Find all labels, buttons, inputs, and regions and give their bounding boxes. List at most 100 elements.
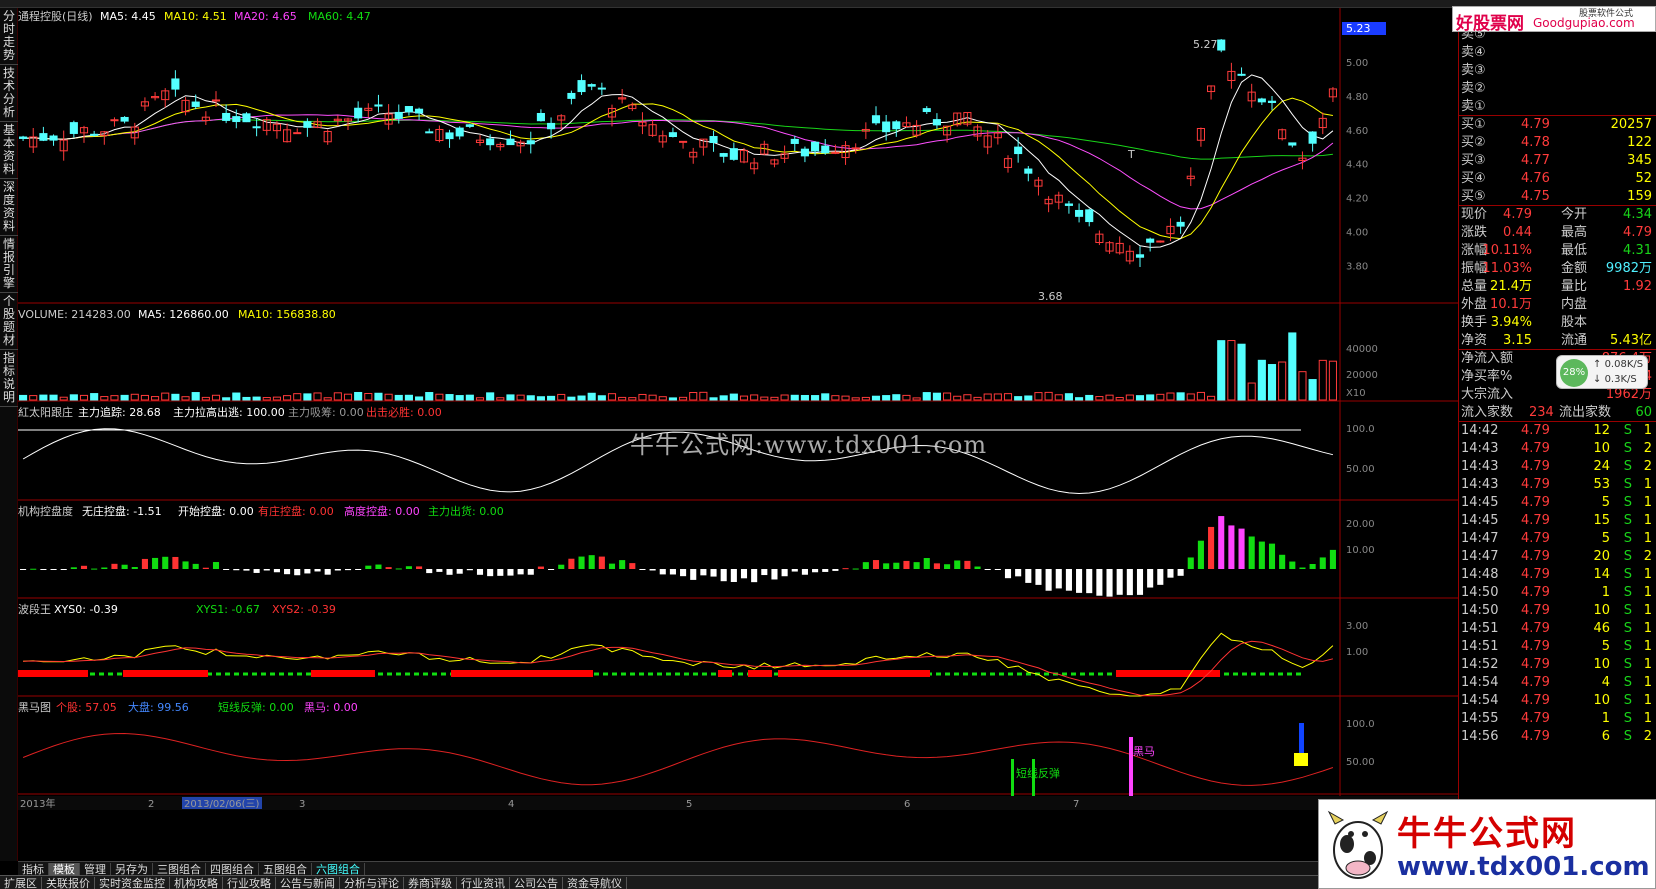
jg-bar: [426, 569, 433, 574]
volume-bar: [770, 396, 779, 401]
tick-side: S: [1623, 567, 1632, 582]
tick-side: S: [1623, 459, 1632, 474]
jg-bar: [710, 569, 717, 577]
jg-bar: [385, 567, 392, 569]
candle-body: [191, 101, 200, 107]
quote-row: 卖②: [1459, 80, 1656, 98]
left-nav-item[interactable]: 情报引擎: [0, 236, 18, 293]
extension-bar-item[interactable]: 机构攻略: [170, 877, 223, 889]
volume-bar: [668, 397, 677, 401]
jg-bar: [324, 569, 331, 575]
price-axis-tick: 4.60: [1346, 126, 1368, 137]
extension-bar-item[interactable]: 实时资金监控: [95, 877, 170, 889]
jg-bar: [334, 569, 341, 571]
volume-bar: [729, 393, 738, 401]
volume-axis-tick: 20000: [1346, 370, 1378, 381]
extension-bar-item[interactable]: 资金导航仪: [563, 877, 627, 889]
volume-ma5: MA5: 126860.00: [138, 308, 229, 321]
watermark-top-c: 股票软件公式: [1579, 9, 1634, 19]
extension-bar-item[interactable]: 行业攻略: [223, 877, 276, 889]
hm-axis-tick: 100.0: [1346, 719, 1375, 730]
jg-bar: [40, 569, 47, 570]
jg-bar: [659, 569, 666, 575]
volume-bar: [536, 396, 545, 401]
top-menu-bar[interactable]: [0, 0, 1656, 8]
candle-body: [425, 131, 434, 134]
tick-side: S: [1623, 603, 1632, 618]
candle-body: [19, 136, 28, 139]
jg-bar: [162, 556, 169, 569]
extension-bar-item[interactable]: 公司公告: [510, 877, 563, 889]
quote-row: 外盘 10.1万 内盘: [1459, 296, 1656, 314]
jg-bar: [1086, 569, 1093, 594]
candle-body: [1085, 209, 1094, 223]
left-nav-item[interactable]: 个股题材: [0, 293, 18, 350]
tick-row: 14:47 4.79 20 S 2: [1459, 548, 1656, 566]
volume-bar: [912, 397, 921, 401]
tick-price: 4.79: [1521, 495, 1550, 510]
volume-bar: [293, 393, 302, 401]
ma10-label: MA10: 4.51: [164, 10, 227, 23]
left-nav-item[interactable]: 基本资料: [0, 122, 18, 179]
tick-price: 4.79: [1521, 549, 1550, 564]
extension-bar-item[interactable]: 关联报价: [42, 877, 95, 889]
buy-level-volume: 52: [1635, 171, 1652, 186]
hm-rebound-label: 短线反弹: [1016, 766, 1060, 780]
bd-signal-block: [748, 670, 772, 677]
volume-bar: [1247, 382, 1256, 401]
tick-volume: 1: [1601, 711, 1610, 726]
volume-bar: [252, 396, 261, 401]
left-nav-item[interactable]: 技术分析: [0, 65, 18, 122]
candle-body: [922, 108, 931, 113]
quote-label-2: 今开: [1561, 207, 1588, 222]
volume-bar: [1278, 361, 1287, 401]
bd-title: 波段王: [18, 602, 51, 616]
jg-bar: [527, 569, 534, 575]
extension-bar-item[interactable]: 公告与新闻: [276, 877, 340, 889]
hm-axis-tick: 50.00: [1346, 757, 1375, 768]
candle-body: [1024, 168, 1033, 174]
price-axis-tick: 4.80: [1346, 92, 1368, 103]
jg-bar: [923, 558, 930, 569]
candle-body: [587, 84, 596, 87]
tick-count: 1: [1643, 621, 1652, 636]
indicator-tabs: 指标 模板 管理 另存为 三图组合 四图组合 五图组合 六图组合: [18, 861, 1458, 876]
extension-bar-item[interactable]: 券商评级: [404, 877, 457, 889]
tick-time: 14:47: [1461, 531, 1499, 546]
candle-body: [110, 119, 119, 122]
extension-bar-item[interactable]: 分析与评论: [340, 877, 404, 889]
tick-time: 14:43: [1461, 459, 1499, 474]
jg-bar: [375, 564, 382, 569]
quote-panel: 委比100.00%委差20935卖⑤卖④卖③卖②卖①买①4.7920257买②4…: [1458, 8, 1656, 861]
quote-label-2: 最高: [1561, 225, 1588, 240]
tick-price: 4.79: [1521, 621, 1550, 636]
tick-count: 2: [1643, 459, 1652, 474]
jg-bar: [1309, 563, 1316, 569]
extension-bar-item[interactable]: 行业资讯: [457, 877, 510, 889]
volume-bar: [851, 397, 860, 401]
jg-bar: [1299, 567, 1306, 569]
tick-row: 14:55 4.79 1 S 1: [1459, 710, 1656, 728]
left-nav-item[interactable]: 深度资料: [0, 179, 18, 236]
jg-bar: [842, 568, 849, 570]
volume-bar: [689, 392, 698, 401]
left-nav-item[interactable]: 分时走势: [0, 8, 18, 65]
extension-bar-item[interactable]: 扩展区: [0, 877, 42, 889]
tick-count: 1: [1643, 567, 1652, 582]
jg-bar: [1319, 557, 1326, 569]
price-axis-tick: 4.20: [1346, 194, 1368, 205]
volume-bar: [496, 397, 505, 401]
watermark-top: 好股票网 Goodgupiao.com 股票软件公式: [1452, 6, 1656, 34]
bd-l3: XYS2: -0.39: [272, 603, 336, 616]
quote-label-2: 金额: [1561, 261, 1588, 276]
volume-bar: [191, 392, 200, 401]
quote-label-2: 量比: [1561, 279, 1588, 294]
left-nav-item[interactable]: 指标说明: [0, 350, 18, 407]
jg-bar: [1025, 569, 1032, 583]
hm-l4: 黑马: 0.00: [304, 701, 358, 714]
jg-bar: [1065, 569, 1072, 591]
hm-l3: 短线反弹: 0.00: [218, 700, 294, 714]
jg-l5: 主力出货: 0.00: [428, 504, 504, 518]
volume-bar: [1318, 359, 1327, 401]
candle-body: [394, 111, 403, 119]
